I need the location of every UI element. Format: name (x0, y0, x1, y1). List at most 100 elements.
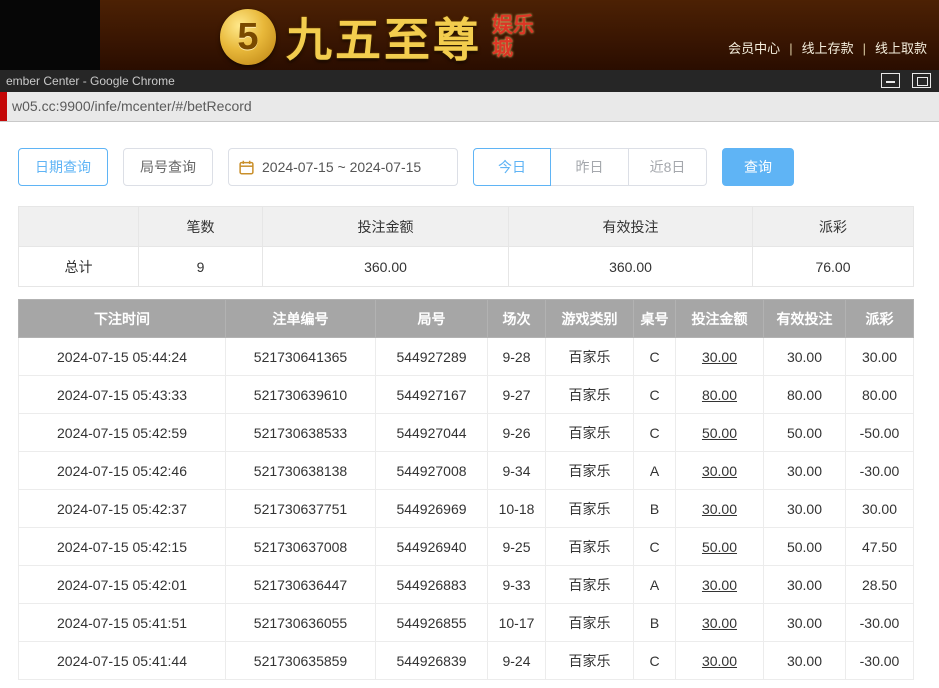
coin-logo-icon: 5 (220, 9, 276, 65)
screen: 5 九五至尊 娱乐城 会员中心 | 线上存款 | 线上取款 ember Center -… (0, 0, 939, 688)
bet-cell-amount[interactable]: 30.00 (676, 490, 764, 528)
bet-cell-amount[interactable]: 30.00 (676, 642, 764, 680)
bet-cell-time: 2024-07-15 05:42:15 (19, 528, 226, 566)
bet-cell-valid: 30.00 (764, 338, 846, 376)
bet-cell-time: 2024-07-15 05:41:51 (19, 604, 226, 642)
bet-cell-amount[interactable]: 50.00 (676, 528, 764, 566)
bet-cell-table_no: B (634, 490, 676, 528)
bet-cell-amount[interactable]: 30.00 (676, 452, 764, 490)
bet-cell-session: 9-27 (488, 376, 546, 414)
bet-cell-round: 544927044 (376, 414, 488, 452)
casino-header: 5 九五至尊 娱乐城 会员中心 | 线上存款 | 线上取款 (0, 0, 939, 70)
bet-record-table: 下注时间注单编号局号场次游戏类别桌号投注金额有效投注派彩 2024-07-15 … (18, 299, 914, 680)
bet-cell-amount[interactable]: 80.00 (676, 376, 764, 414)
summary-total-label: 总计 (19, 247, 139, 287)
summary-count: 9 (139, 247, 263, 287)
summary-header-row: 笔数投注金额有效投注派彩 (19, 207, 914, 247)
bet-cell-payout: 30.00 (846, 490, 914, 528)
round-query-tab[interactable]: 局号查询 (123, 148, 213, 186)
bet-cell-round: 544926969 (376, 490, 488, 528)
bet-cell-payout: -30.00 (846, 642, 914, 680)
bet-cell-valid: 30.00 (764, 642, 846, 680)
nav-link[interactable]: 线上取款 (875, 41, 927, 56)
site-logo: 5 九五至尊 娱乐城 (220, 4, 538, 70)
date-query-tab[interactable]: 日期查询 (18, 148, 108, 186)
site-logo-subtitle: 娱乐城 (492, 14, 538, 60)
bet-header-cell: 投注金额 (676, 300, 764, 338)
bet-cell-bet_id: 521730638533 (226, 414, 376, 452)
nav-separator: | (789, 41, 792, 56)
bet-cell-round: 544927008 (376, 452, 488, 490)
bet-cell-time: 2024-07-15 05:42:01 (19, 566, 226, 604)
bet-cell-bet_id: 521730637751 (226, 490, 376, 528)
bet-header-cell: 派彩 (846, 300, 914, 338)
window-controls (881, 73, 931, 88)
bet-cell-session: 9-33 (488, 566, 546, 604)
url-text[interactable]: w05.cc:9900/infe/mcenter/#/betRecord (12, 92, 252, 121)
last-8-days-button[interactable]: 近8日 (629, 148, 707, 186)
bet-cell-time: 2024-07-15 05:41:44 (19, 642, 226, 680)
today-button[interactable]: 今日 (473, 148, 551, 186)
bet-cell-bet_id: 521730636447 (226, 566, 376, 604)
site-logo-text: 九五至尊 (286, 4, 482, 70)
bet-cell-valid: 50.00 (764, 528, 846, 566)
bet-cell-session: 10-18 (488, 490, 546, 528)
search-button[interactable]: 查询 (722, 148, 794, 186)
bet-row: 2024-07-15 05:43:33521730639610544927167… (19, 376, 914, 414)
summary-total-row: 总计 9 360.00 360.00 76.00 (19, 247, 914, 287)
bet-cell-bet_id: 521730636055 (226, 604, 376, 642)
bet-cell-table_no: C (634, 414, 676, 452)
summary-header-cell: 投注金额 (263, 207, 509, 247)
bet-row: 2024-07-15 05:42:37521730637751544926969… (19, 490, 914, 528)
bet-cell-amount[interactable]: 30.00 (676, 566, 764, 604)
bet-cell-valid: 30.00 (764, 604, 846, 642)
bet-cell-valid: 30.00 (764, 566, 846, 604)
bet-cell-time: 2024-07-15 05:42:59 (19, 414, 226, 452)
bet-cell-round: 544926839 (376, 642, 488, 680)
bet-cell-bet_id: 521730635859 (226, 642, 376, 680)
bet-row: 2024-07-15 05:41:44521730635859544926839… (19, 642, 914, 680)
bet-cell-payout: -30.00 (846, 452, 914, 490)
bet-cell-table_no: B (634, 604, 676, 642)
main-content: 日期查询 局号查询 2024-07-15 ~ 2024-07-15 今日 昨日 … (0, 122, 939, 688)
bet-cell-time: 2024-07-15 05:43:33 (19, 376, 226, 414)
bet-cell-valid: 30.00 (764, 490, 846, 528)
bet-cell-amount[interactable]: 30.00 (676, 604, 764, 642)
bet-cell-amount[interactable]: 50.00 (676, 414, 764, 452)
page-edge-accent (0, 92, 7, 121)
bet-cell-game: 百家乐 (546, 490, 634, 528)
bet-table-header-row: 下注时间注单编号局号场次游戏类别桌号投注金额有效投注派彩 (19, 300, 914, 338)
bet-row: 2024-07-15 05:42:01521730636447544926883… (19, 566, 914, 604)
summary-payout: 76.00 (753, 247, 914, 287)
summary-table: 笔数投注金额有效投注派彩 总计 9 360.00 360.00 76.00 (18, 206, 914, 287)
bet-cell-game: 百家乐 (546, 414, 634, 452)
bet-cell-payout: 80.00 (846, 376, 914, 414)
bet-cell-session: 9-28 (488, 338, 546, 376)
nav-link[interactable]: 会员中心 (728, 41, 780, 56)
yesterday-button[interactable]: 昨日 (551, 148, 629, 186)
summary-bet-amount: 360.00 (263, 247, 509, 287)
bet-cell-time: 2024-07-15 05:42:37 (19, 490, 226, 528)
browser-addressbar[interactable]: w05.cc:9900/infe/mcenter/#/betRecord (0, 92, 939, 122)
window-minimize-icon[interactable] (881, 73, 900, 88)
bet-cell-round: 544926855 (376, 604, 488, 642)
bet-header-cell: 局号 (376, 300, 488, 338)
summary-header-cell: 派彩 (753, 207, 914, 247)
browser-titlebar: ember Center - Google Chrome (0, 70, 939, 92)
bet-cell-game: 百家乐 (546, 528, 634, 566)
bet-row: 2024-07-15 05:42:59521730638533544927044… (19, 414, 914, 452)
bet-row: 2024-07-15 05:44:24521730641365544927289… (19, 338, 914, 376)
bet-cell-bet_id: 521730638138 (226, 452, 376, 490)
window-restore-icon[interactable] (912, 73, 931, 88)
bet-header-cell: 下注时间 (19, 300, 226, 338)
nav-separator: | (863, 41, 866, 56)
bet-cell-game: 百家乐 (546, 376, 634, 414)
filter-row: 日期查询 局号查询 2024-07-15 ~ 2024-07-15 今日 昨日 … (18, 148, 913, 186)
background-corner (0, 0, 100, 70)
top-nav: 会员中心 | 线上存款 | 线上取款 (728, 38, 927, 57)
bet-cell-amount[interactable]: 30.00 (676, 338, 764, 376)
date-range-input[interactable]: 2024-07-15 ~ 2024-07-15 (228, 148, 458, 186)
bet-cell-time: 2024-07-15 05:44:24 (19, 338, 226, 376)
nav-link[interactable]: 线上存款 (802, 41, 854, 56)
bet-cell-game: 百家乐 (546, 642, 634, 680)
